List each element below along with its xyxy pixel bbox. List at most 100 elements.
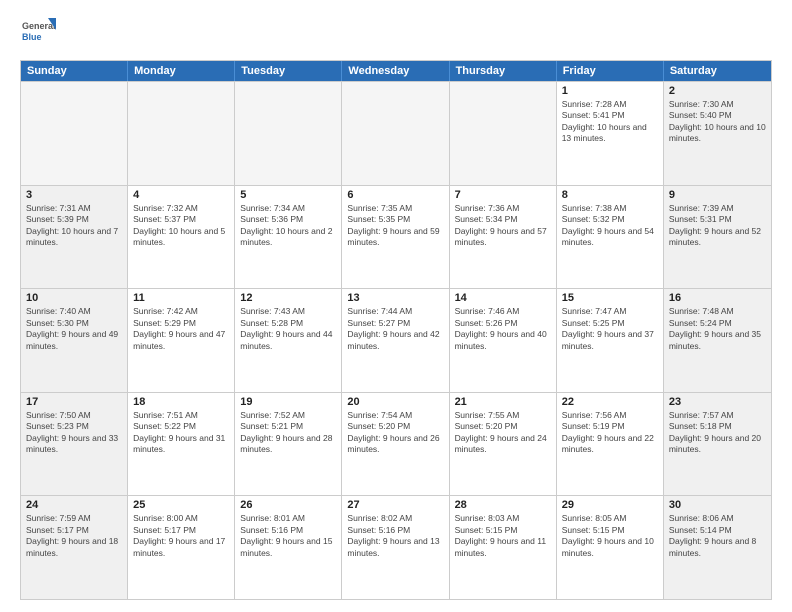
- day-header-wednesday: Wednesday: [342, 61, 449, 81]
- day-cell-30: 30Sunrise: 8:06 AMSunset: 5:14 PMDayligh…: [664, 496, 771, 599]
- day-info: Sunrise: 8:00 AMSunset: 5:17 PMDaylight:…: [133, 513, 229, 559]
- empty-cell: [342, 82, 449, 185]
- day-number: 23: [669, 396, 766, 408]
- day-cell-1: 1 Sunrise: 7:28 AMSunset: 5:41 PMDaylight…: [557, 82, 664, 185]
- day-cell-23: 23 Sunrise: 7:57 AMSunset: 5:18 PMDayligh…: [664, 393, 771, 496]
- day-cell-8: 8 Sunrise: 7:38 AMSunset: 5:32 PMDaylight…: [557, 186, 664, 289]
- day-cell-13: 13 Sunrise: 7:44 AMSunset: 5:27 PMDayligh…: [342, 289, 449, 392]
- day-cell-12: 12 Sunrise: 7:43 AMSunset: 5:28 PMDayligh…: [235, 289, 342, 392]
- day-cell-29: 29Sunrise: 8:05 AMSunset: 5:15 PMDayligh…: [557, 496, 664, 599]
- empty-cell: [450, 82, 557, 185]
- day-cell-25: 25Sunrise: 8:00 AMSunset: 5:17 PMDayligh…: [128, 496, 235, 599]
- day-number: 2: [669, 85, 766, 97]
- day-info: Sunrise: 7:36 AMSunset: 5:34 PMDaylight:…: [455, 203, 551, 249]
- day-number: 18: [133, 396, 229, 408]
- day-info: Sunrise: 7:35 AMSunset: 5:35 PMDaylight:…: [347, 203, 443, 249]
- day-number: 16: [669, 292, 766, 304]
- empty-cell: [21, 82, 128, 185]
- calendar-row-1: 1 Sunrise: 7:28 AMSunset: 5:41 PMDaylight…: [21, 81, 771, 185]
- day-cell-19: 19 Sunrise: 7:52 AMSunset: 5:21 PMDayligh…: [235, 393, 342, 496]
- day-header-sunday: Sunday: [21, 61, 128, 81]
- day-number: 20: [347, 396, 443, 408]
- day-info: Sunrise: 7:57 AMSunset: 5:18 PMDaylight:…: [669, 410, 766, 456]
- day-number: 11: [133, 292, 229, 304]
- day-info: Sunrise: 7:28 AMSunset: 5:41 PMDaylight:…: [562, 99, 658, 145]
- day-number: 28: [455, 499, 551, 511]
- day-cell-2: 2 Sunrise: 7:30 AMSunset: 5:40 PMDaylight…: [664, 82, 771, 185]
- day-number: 21: [455, 396, 551, 408]
- day-number: 12: [240, 292, 336, 304]
- day-number: 19: [240, 396, 336, 408]
- day-number: 6: [347, 189, 443, 201]
- day-info: Sunrise: 7:44 AMSunset: 5:27 PMDaylight:…: [347, 306, 443, 352]
- day-cell-10: 10 Sunrise: 7:40 AMSunset: 5:30 PMDayligh…: [21, 289, 128, 392]
- day-info: Sunrise: 7:42 AMSunset: 5:29 PMDaylight:…: [133, 306, 229, 352]
- day-info: Sunrise: 7:38 AMSunset: 5:32 PMDaylight:…: [562, 203, 658, 249]
- day-cell-14: 14Sunrise: 7:46 AMSunset: 5:26 PMDayligh…: [450, 289, 557, 392]
- day-header-saturday: Saturday: [664, 61, 771, 81]
- day-header-monday: Monday: [128, 61, 235, 81]
- day-number: 5: [240, 189, 336, 201]
- day-cell-7: 7 Sunrise: 7:36 AMSunset: 5:34 PMDaylight…: [450, 186, 557, 289]
- day-header-thursday: Thursday: [450, 61, 557, 81]
- day-info: Sunrise: 7:32 AMSunset: 5:37 PMDaylight:…: [133, 203, 229, 249]
- day-cell-26: 26 Sunrise: 8:01 AMSunset: 5:16 PMDayligh…: [235, 496, 342, 599]
- day-number: 1: [562, 85, 658, 97]
- day-cell-5: 5 Sunrise: 7:34 AMSunset: 5:36 PMDaylight…: [235, 186, 342, 289]
- day-info: Sunrise: 8:05 AMSunset: 5:15 PMDaylight:…: [562, 513, 658, 559]
- day-number: 3: [26, 189, 122, 201]
- day-cell-4: 4 Sunrise: 7:32 AMSunset: 5:37 PMDaylight…: [128, 186, 235, 289]
- day-number: 22: [562, 396, 658, 408]
- day-number: 4: [133, 189, 229, 201]
- day-info: Sunrise: 7:31 AMSunset: 5:39 PMDaylight:…: [26, 203, 122, 249]
- day-cell-22: 22 Sunrise: 7:56 AMSunset: 5:19 PMDayligh…: [557, 393, 664, 496]
- day-cell-18: 18 Sunrise: 7:51 AMSunset: 5:22 PMDayligh…: [128, 393, 235, 496]
- day-number: 10: [26, 292, 122, 304]
- day-number: 9: [669, 189, 766, 201]
- day-header-tuesday: Tuesday: [235, 61, 342, 81]
- logo: General Blue: [20, 16, 56, 52]
- day-info: Sunrise: 7:54 AMSunset: 5:20 PMDaylight:…: [347, 410, 443, 456]
- day-number: 26: [240, 499, 336, 511]
- day-cell-11: 11 Sunrise: 7:42 AMSunset: 5:29 PMDayligh…: [128, 289, 235, 392]
- day-cell-9: 9 Sunrise: 7:39 AMSunset: 5:31 PMDaylight…: [664, 186, 771, 289]
- day-number: 8: [562, 189, 658, 201]
- day-number: 7: [455, 189, 551, 201]
- day-info: Sunrise: 7:47 AMSunset: 5:25 PMDaylight:…: [562, 306, 658, 352]
- day-info: Sunrise: 7:39 AMSunset: 5:31 PMDaylight:…: [669, 203, 766, 249]
- calendar-header: SundayMondayTuesdayWednesdayThursdayFrid…: [21, 61, 771, 81]
- day-cell-28: 28Sunrise: 8:03 AMSunset: 5:15 PMDayligh…: [450, 496, 557, 599]
- logo-svg: General Blue: [20, 16, 56, 52]
- day-info: Sunrise: 7:56 AMSunset: 5:19 PMDaylight:…: [562, 410, 658, 456]
- day-info: Sunrise: 8:02 AMSunset: 5:16 PMDaylight:…: [347, 513, 443, 559]
- calendar: SundayMondayTuesdayWednesdayThursdayFrid…: [20, 60, 772, 600]
- calendar-row-4: 17Sunrise: 7:50 AMSunset: 5:23 PMDayligh…: [21, 392, 771, 496]
- day-info: Sunrise: 8:01 AMSunset: 5:16 PMDaylight:…: [240, 513, 336, 559]
- calendar-row-3: 10 Sunrise: 7:40 AMSunset: 5:30 PMDayligh…: [21, 288, 771, 392]
- day-info: Sunrise: 7:40 AMSunset: 5:30 PMDaylight:…: [26, 306, 122, 352]
- day-number: 27: [347, 499, 443, 511]
- day-info: Sunrise: 7:50 AMSunset: 5:23 PMDaylight:…: [26, 410, 122, 456]
- day-info: Sunrise: 7:51 AMSunset: 5:22 PMDaylight:…: [133, 410, 229, 456]
- day-cell-17: 17Sunrise: 7:50 AMSunset: 5:23 PMDayligh…: [21, 393, 128, 496]
- day-info: Sunrise: 7:48 AMSunset: 5:24 PMDaylight:…: [669, 306, 766, 352]
- day-cell-27: 27 Sunrise: 8:02 AMSunset: 5:16 PMDayligh…: [342, 496, 449, 599]
- day-info: Sunrise: 7:34 AMSunset: 5:36 PMDaylight:…: [240, 203, 336, 249]
- calendar-row-5: 24Sunrise: 7:59 AMSunset: 5:17 PMDayligh…: [21, 495, 771, 599]
- calendar-row-2: 3 Sunrise: 7:31 AMSunset: 5:39 PMDaylight…: [21, 185, 771, 289]
- day-cell-24: 24Sunrise: 7:59 AMSunset: 5:17 PMDayligh…: [21, 496, 128, 599]
- empty-cell: [128, 82, 235, 185]
- day-info: Sunrise: 7:52 AMSunset: 5:21 PMDaylight:…: [240, 410, 336, 456]
- day-number: 15: [562, 292, 658, 304]
- day-info: Sunrise: 7:59 AMSunset: 5:17 PMDaylight:…: [26, 513, 122, 559]
- calendar-body: 1 Sunrise: 7:28 AMSunset: 5:41 PMDaylight…: [21, 81, 771, 599]
- day-header-friday: Friday: [557, 61, 664, 81]
- svg-text:Blue: Blue: [22, 32, 42, 42]
- day-info: Sunrise: 7:46 AMSunset: 5:26 PMDaylight:…: [455, 306, 551, 352]
- day-cell-20: 20 Sunrise: 7:54 AMSunset: 5:20 PMDayligh…: [342, 393, 449, 496]
- day-info: Sunrise: 7:55 AMSunset: 5:20 PMDaylight:…: [455, 410, 551, 456]
- day-info: Sunrise: 7:30 AMSunset: 5:40 PMDaylight:…: [669, 99, 766, 145]
- day-info: Sunrise: 7:43 AMSunset: 5:28 PMDaylight:…: [240, 306, 336, 352]
- day-number: 13: [347, 292, 443, 304]
- day-cell-16: 16 Sunrise: 7:48 AMSunset: 5:24 PMDayligh…: [664, 289, 771, 392]
